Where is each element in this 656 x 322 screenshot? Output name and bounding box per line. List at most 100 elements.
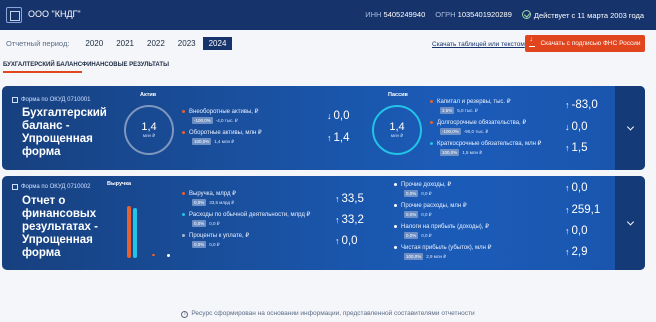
year-tab-2020[interactable]: 2020: [79, 37, 109, 50]
footer-note: i Ресурс сформирован на основании информа…: [0, 310, 656, 318]
white-dot-icon: [394, 204, 397, 207]
balance-title: Бухгалтерский баланс - Упрощенная форма: [22, 107, 107, 158]
result-row-net-profit: Чистая прибыль (убыток), млн ₽: [394, 244, 491, 251]
liability-row-longterm-change: -100,0% -90,0 тыс. ₽: [440, 128, 489, 135]
expenses-bar: [133, 208, 137, 258]
result-row-expenses: Расходы по обычной деятельности, млрд ₽: [182, 211, 310, 218]
period-label: Отчетный период:: [6, 38, 70, 48]
results-title: Отчет о финансовых результатах - Упрощен…: [22, 195, 98, 259]
asset-row-noncurrent: Внеоборотные активы, ₽: [182, 108, 258, 115]
chevron-down-icon: [626, 123, 635, 131]
asset-row-noncurrent-value: ↓ 0,0: [327, 110, 350, 122]
year-tab-2023[interactable]: 2023: [172, 37, 202, 50]
check-circle-icon: [521, 10, 531, 19]
status-text: Действует с 11 марта 2003 года: [533, 11, 644, 20]
asset-row-current-value: ↑ 1,4: [327, 132, 350, 144]
result-row-interest: Проценты к уплате, ₽: [182, 232, 249, 239]
orange-dot-icon: [430, 100, 433, 103]
download-signed-label: Скачать с подписью ФНС России: [540, 40, 641, 47]
result-row-profit-tax-value: ↑ 0,0: [565, 225, 588, 237]
orange-dot-icon: [182, 110, 185, 113]
revenue-label: Выручка: [107, 181, 132, 187]
balance-card[interactable]: Форма по ОКУД 0710001 Бухгалтерский бала…: [2, 86, 645, 170]
result-row-net-profit-change: 100,0% 2,9 млн ₽: [404, 253, 447, 260]
balance-form-code: Форма по ОКУД 0710001: [12, 97, 90, 103]
liability-row-equity-value: ↑ -83,0: [565, 99, 598, 111]
result-row-other-expenses-change: 0,0% 0,0 ₽: [404, 211, 432, 218]
result-row-interest-value: ↑ 0,0: [335, 235, 358, 247]
result-row-interest-change: 0,0% 0,0 ₽: [192, 241, 220, 248]
liability-row-shortterm-change: 100,0% 1,5 млн ₽: [440, 149, 483, 156]
orange-dot-icon: [430, 121, 433, 124]
liabilities-total: 1,4: [389, 121, 405, 133]
white-dot-icon: [394, 183, 397, 186]
period-selector: Отчетный период: 2020 2021 2022 2023 202…: [6, 36, 233, 50]
liabilities-label: Пассив: [388, 92, 408, 98]
result-row-profit-tax: Налоги на прибыль (доходы), ₽: [394, 223, 489, 230]
results-form-code: Форма по ОКУД 0710002: [12, 184, 90, 190]
info-icon: i: [181, 311, 189, 318]
download-signed-button[interactable]: Скачать с подписью ФНС России: [525, 35, 645, 52]
liability-row-equity: Капитал и резервы, тыс. ₽: [430, 98, 511, 105]
form-checkbox-icon: [12, 184, 18, 190]
result-row-other-income-value: ↑ 0,0: [565, 182, 588, 194]
tab-balance[interactable]: БУХГАЛТЕРСКИЙ БАЛАНС: [3, 62, 83, 73]
result-row-other-income-change: 0,0% 0,0 ₽: [404, 190, 432, 197]
balance-expand-button[interactable]: [615, 86, 645, 170]
result-row-expenses-value: ↑ 33,2: [335, 214, 364, 226]
asset-row-current-change: 100,0% 1,4 млн ₽: [192, 138, 235, 145]
interest-bar: [152, 254, 155, 256]
other-bar: [167, 254, 170, 257]
result-row-profit-tax-change: 0,0% 0,0 ₽: [404, 232, 432, 239]
inn-label: ИНН: [365, 10, 382, 19]
liabilities-unit: млн ₽: [390, 133, 404, 138]
ogrn-label: ОГРН: [435, 10, 456, 19]
cyan-dot-icon: [182, 213, 185, 216]
liability-row-shortterm: Краткосрочные обязательства, млн ₽: [430, 140, 541, 147]
result-row-revenue-value: ↑ 33,5: [335, 193, 364, 205]
results-card[interactable]: Форма по ОКУД 0710002 Отчет о финансовых…: [2, 176, 645, 270]
result-row-other-income: Прочие доходы, ₽: [394, 181, 451, 188]
result-row-expenses-change: 0,0% 0,0 ₽: [192, 220, 220, 227]
liability-row-equity-change: 3,5% 5,0 тыс. ₽: [440, 107, 478, 114]
status-badge: Действует с 11 марта 2003 года: [521, 9, 644, 20]
report-tabs: БУХГАЛТЕРСКИЙ БАЛАНС ФИНАНСОВЫЕ РЕЗУЛЬТА…: [0, 62, 656, 76]
liability-row-shortterm-value: ↑ 1,5: [565, 142, 588, 154]
assets-total: 1,4: [141, 121, 157, 133]
liabilities-total-circle: 1,4 млн ₽: [372, 105, 422, 155]
company-ids: ИНН 5405249940 ОГРН 1035401920289 Действ…: [365, 9, 644, 20]
company-logo-icon: [6, 7, 22, 23]
inn-value: 5405249940: [383, 10, 426, 19]
top-bar: ООО "КНДГ" ИНН 5405249940 ОГРН 103540192…: [0, 0, 656, 30]
results-expand-button[interactable]: [615, 176, 645, 270]
orange-dot-icon: [182, 131, 185, 134]
assets-total-circle: 1,4 млн ₽: [124, 105, 174, 155]
white-dot-icon: [394, 225, 397, 228]
year-tab-2022[interactable]: 2022: [141, 37, 171, 50]
assets-unit: млн ₽: [142, 133, 156, 138]
result-row-other-expenses: Прочие расходы, млн ₽: [394, 202, 467, 209]
gray-dot-icon: [182, 234, 185, 237]
result-row-net-profit-value: ↑ 2,9: [565, 246, 588, 258]
assets-label: Актив: [140, 92, 157, 98]
download-icon: [529, 36, 536, 47]
company-name: ООО "КНДГ": [28, 9, 81, 19]
orange-dot-icon: [182, 192, 185, 195]
asset-row-current: Оборотные активы, млн ₽: [182, 129, 262, 136]
result-row-revenue: Выручка, млрд ₽: [182, 190, 236, 197]
liability-row-longterm: Долгосрочные обязательства, ₽: [430, 119, 526, 126]
ogrn-value: 1035401920289: [457, 10, 512, 19]
result-row-revenue-change: 0,0% 33,5 млрд ₽: [192, 199, 235, 206]
form-checkbox-icon: [12, 97, 18, 103]
year-tab-2024[interactable]: 2024: [202, 36, 233, 50]
cyan-dot-icon: [430, 142, 433, 145]
asset-row-noncurrent-change: -100,0% -4,0 тыс. ₽: [192, 117, 238, 124]
tab-results[interactable]: ФИНАНСОВЫЕ РЕЗУЛЬТАТЫ: [82, 62, 169, 71]
result-row-other-expenses-value: ↑ 259,1: [565, 204, 601, 216]
liability-row-longterm-value: ↓ 0,0: [565, 121, 588, 133]
revenue-bar: [127, 206, 131, 258]
download-table-link[interactable]: Скачать таблицей или текстом: [432, 41, 525, 48]
year-tab-2021[interactable]: 2021: [110, 37, 140, 50]
white-dot-icon: [394, 246, 397, 249]
chevron-down-icon: [626, 218, 635, 226]
